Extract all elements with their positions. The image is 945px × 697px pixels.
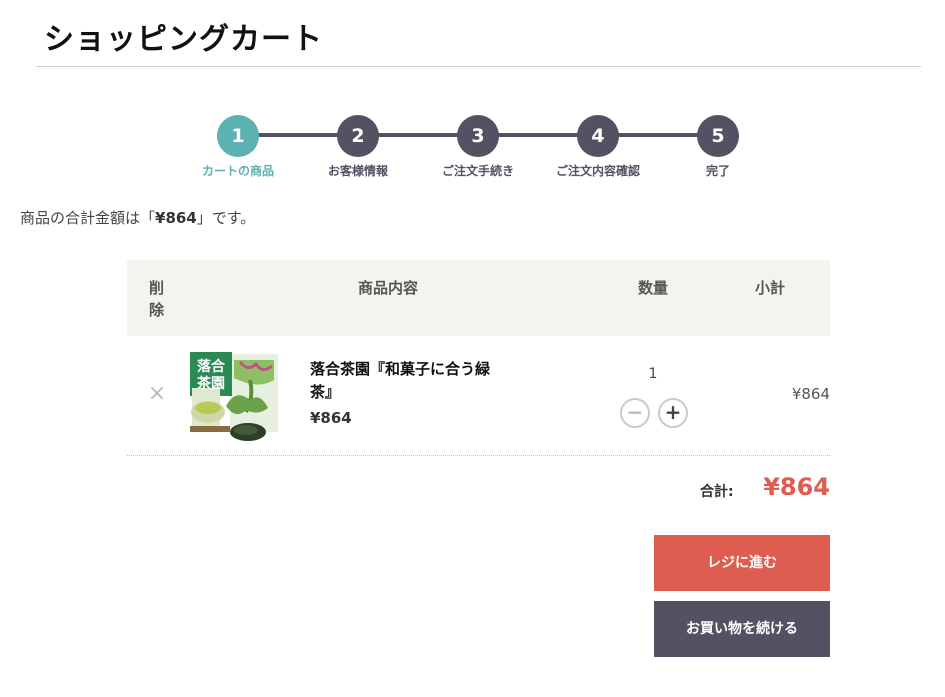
product-name-link[interactable]: 落合茶園『和菓子に合う緑茶』 [310,358,500,404]
message-prefix: 商品の合計金額は「 [20,209,156,227]
cart-table-header: 削除 商品内容 数量 小計 [127,260,830,336]
cart-total-message: 商品の合計金額は「¥864」です。 [20,207,255,228]
page-title: ショッピングカート [44,22,323,57]
thumb-text-bottom: 茶園 [196,375,225,392]
grand-total-label: 合計: [700,484,734,500]
thumb-text-top: 落合 [197,358,226,375]
cart-item-row: × 落合 茶園 落合茶園『和菓子に合う緑茶』 ¥864 1 − + ¥864 [127,336,830,456]
step-cart: 1 カートの商品 [178,115,298,179]
decrease-quantity-button[interactable]: − [620,398,650,428]
step-label: ご注文内容確認 [555,164,640,178]
header-content: 商品内容 [358,279,419,297]
grand-total-value: ¥864 [763,473,830,501]
header-delete: 削除 [149,279,165,319]
step-number: 2 [337,115,379,157]
step-order-confirm: 4 ご注文内容確認 [538,115,658,179]
quantity-value: 1 [648,366,658,382]
minus-icon: − [626,400,644,424]
plus-icon: + [664,400,682,424]
continue-shopping-button[interactable]: お買い物を続ける [654,601,830,657]
header-subtotal: 小計 [755,279,786,297]
step-number: 5 [697,115,739,157]
product-thumbnail[interactable]: 落合 茶園 [188,350,282,444]
message-suffix: 」です。 [196,209,256,227]
green-tea-package-image: 落合 茶園 [190,352,278,441]
message-amount: ¥864 [155,209,197,227]
step-number: 1 [217,115,259,157]
step-label: ご注文手続き [441,164,514,178]
step-complete: 5 完了 [658,115,778,179]
step-number: 4 [577,115,619,157]
product-unit-price: ¥864 [310,409,352,427]
increase-quantity-button[interactable]: + [658,398,688,428]
close-icon[interactable]: × [147,383,167,405]
step-number: 3 [457,115,499,157]
step-label: カートの商品 [201,164,274,178]
row-subtotal: ¥864 [791,385,830,403]
step-order-procedure: 3 ご注文手続き [418,115,538,179]
title-divider [36,66,921,67]
header-quantity: 数量 [638,279,669,297]
checkout-button[interactable]: レジに進む [654,535,830,591]
step-label: お客様情報 [327,164,388,178]
step-label: 完了 [705,164,730,178]
step-customer-info: 2 お客様情報 [298,115,418,179]
